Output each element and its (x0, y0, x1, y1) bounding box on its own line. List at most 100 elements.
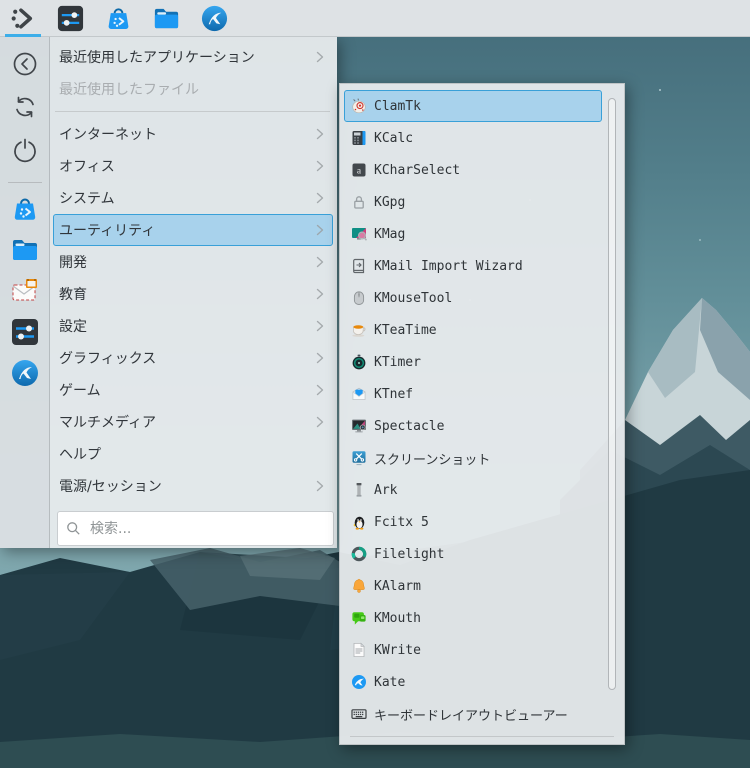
kate-icon (350, 673, 368, 691)
favorite-discover-button[interactable] (10, 196, 40, 226)
sidebar-power-button[interactable] (10, 137, 40, 167)
app-item-kmouth[interactable]: KMouth (344, 602, 602, 634)
kteatime-icon (350, 321, 368, 339)
app-item-label: KAlarm (374, 579, 421, 594)
sidebar-back-button[interactable] (10, 51, 40, 81)
chevron-right-icon (316, 224, 324, 236)
app-item-ktimer[interactable]: KTimer (344, 346, 602, 378)
ark-icon (350, 481, 368, 499)
menu-item-label: グラフィックス (59, 348, 316, 368)
category-item-6[interactable]: 設定 (53, 310, 333, 342)
category-item-3[interactable]: ユーティリティ (53, 214, 333, 246)
app-item-fcitx-5[interactable]: Fcitx 5 (344, 506, 602, 538)
recent-item-1[interactable]: 最近使用したファイル (53, 73, 333, 105)
app-item-label: KCharSelect (374, 163, 460, 178)
konqueror-panel-button[interactable] (199, 3, 230, 34)
app-item-kcharselect[interactable]: a KCharSelect (344, 154, 602, 186)
screenshot-icon (350, 449, 368, 467)
kmousetool-icon (350, 289, 368, 307)
discover-icon (104, 4, 133, 33)
menu-separator (55, 111, 330, 112)
discover-panel-button[interactable] (103, 3, 134, 34)
app-item-label: KMouseTool (374, 291, 452, 306)
category-item-11[interactable]: 電源/セッション (53, 470, 333, 502)
app-item-spectacle[interactable]: Spectacle (344, 410, 602, 442)
app-item-kmail-import-wizard[interactable]: KMail Import Wizard (344, 250, 602, 282)
favorite-konqueror-button[interactable] (10, 360, 40, 390)
category-item-0[interactable]: インターネット (53, 118, 333, 150)
konqueror-icon (10, 358, 40, 392)
favorite-system-settings-button[interactable] (10, 319, 40, 349)
app-item-label: KMouth (374, 611, 421, 626)
system-settings-icon (10, 317, 40, 351)
app-item-clamtk[interactable]: ClamTk (344, 90, 602, 122)
discover-icon (10, 194, 40, 228)
app-item-kwrite[interactable]: KWrite (344, 634, 602, 666)
app-item-ark[interactable]: Ark (344, 474, 602, 506)
kmag-icon (350, 225, 368, 243)
category-item-7[interactable]: グラフィックス (53, 342, 333, 374)
kwrite-icon (350, 641, 368, 659)
favorite-dolphin-button[interactable] (10, 237, 40, 267)
active-task-underline (5, 34, 41, 37)
dolphin-icon (152, 4, 181, 33)
category-item-1[interactable]: オフィス (53, 150, 333, 182)
kmail-import-icon (350, 257, 368, 275)
app-item-label: スクリーンショット (374, 449, 490, 468)
app-item--[interactable]: スクリーンショット (344, 442, 602, 474)
menu-category-list: 最近使用したアプリケーション最近使用したファイルインターネットオフィスシステムユ… (50, 37, 337, 548)
app-item-label: KMail Import Wizard (374, 259, 523, 274)
chevron-right-icon (316, 192, 324, 204)
app-item-kteatime[interactable]: KTeaTime (344, 314, 602, 346)
chevron-right-icon (316, 416, 324, 428)
search-box[interactable] (57, 511, 334, 546)
kmouth-icon (350, 609, 368, 627)
dolphin-panel-button[interactable] (151, 3, 182, 34)
app-item--[interactable]: キーボードレイアウトビューアー (344, 698, 602, 730)
app-launcher-panel-button[interactable] (7, 3, 38, 34)
dolphin-icon (10, 235, 40, 269)
sidebar-restart-button[interactable] (10, 94, 40, 124)
app-item-label: Filelight (374, 547, 444, 562)
search-icon (66, 521, 81, 536)
keyboard-icon (350, 705, 368, 723)
app-item-kcalc[interactable]: KCalc (344, 122, 602, 154)
search-input[interactable] (88, 520, 325, 538)
menu-item-label: ゲーム (59, 380, 316, 400)
kcharselect-icon: a (350, 161, 368, 179)
category-item-2[interactable]: システム (53, 182, 333, 214)
category-item-10[interactable]: ヘルプ (53, 438, 333, 470)
app-item-label: KTnef (374, 387, 413, 402)
chevron-right-icon (316, 288, 324, 300)
recent-item-0[interactable]: 最近使用したアプリケーション (53, 41, 333, 73)
kgpg-icon (350, 193, 368, 211)
app-item-kmousetool[interactable]: KMouseTool (344, 282, 602, 314)
favorite-kontact-button[interactable] (10, 278, 40, 308)
category-item-4[interactable]: 開発 (53, 246, 333, 278)
category-item-8[interactable]: ゲーム (53, 374, 333, 406)
menu-item-label: マルチメディア (59, 412, 316, 432)
system-settings-icon (56, 4, 85, 33)
restart-icon (12, 94, 38, 124)
app-item-filelight[interactable]: Filelight (344, 538, 602, 570)
app-item-label: KCalc (374, 131, 413, 146)
app-item-kgpg[interactable]: KGpg (344, 186, 602, 218)
app-item-kmag[interactable]: KMag (344, 218, 602, 250)
app-item-kate[interactable]: Kate (344, 666, 602, 698)
top-panel (0, 0, 750, 37)
category-item-5[interactable]: 教育 (53, 278, 333, 310)
chevron-right-icon (316, 320, 324, 332)
app-item-label: Ark (374, 483, 397, 498)
power-icon (12, 137, 38, 167)
system-settings-panel-button[interactable] (55, 3, 86, 34)
app-item-kalarm[interactable]: KAlarm (344, 570, 602, 602)
menu-item-label: 開発 (59, 252, 316, 272)
menu-item-label: オフィス (59, 156, 316, 176)
submenu-scrollbar[interactable] (608, 98, 616, 690)
category-item-9[interactable]: マルチメディア (53, 406, 333, 438)
app-item-ktnef[interactable]: KTnef (344, 378, 602, 410)
clamtk-icon (350, 97, 368, 115)
chevron-right-icon (316, 480, 324, 492)
menu-item-label: 教育 (59, 284, 316, 304)
app-item-label: Fcitx 5 (374, 515, 429, 530)
